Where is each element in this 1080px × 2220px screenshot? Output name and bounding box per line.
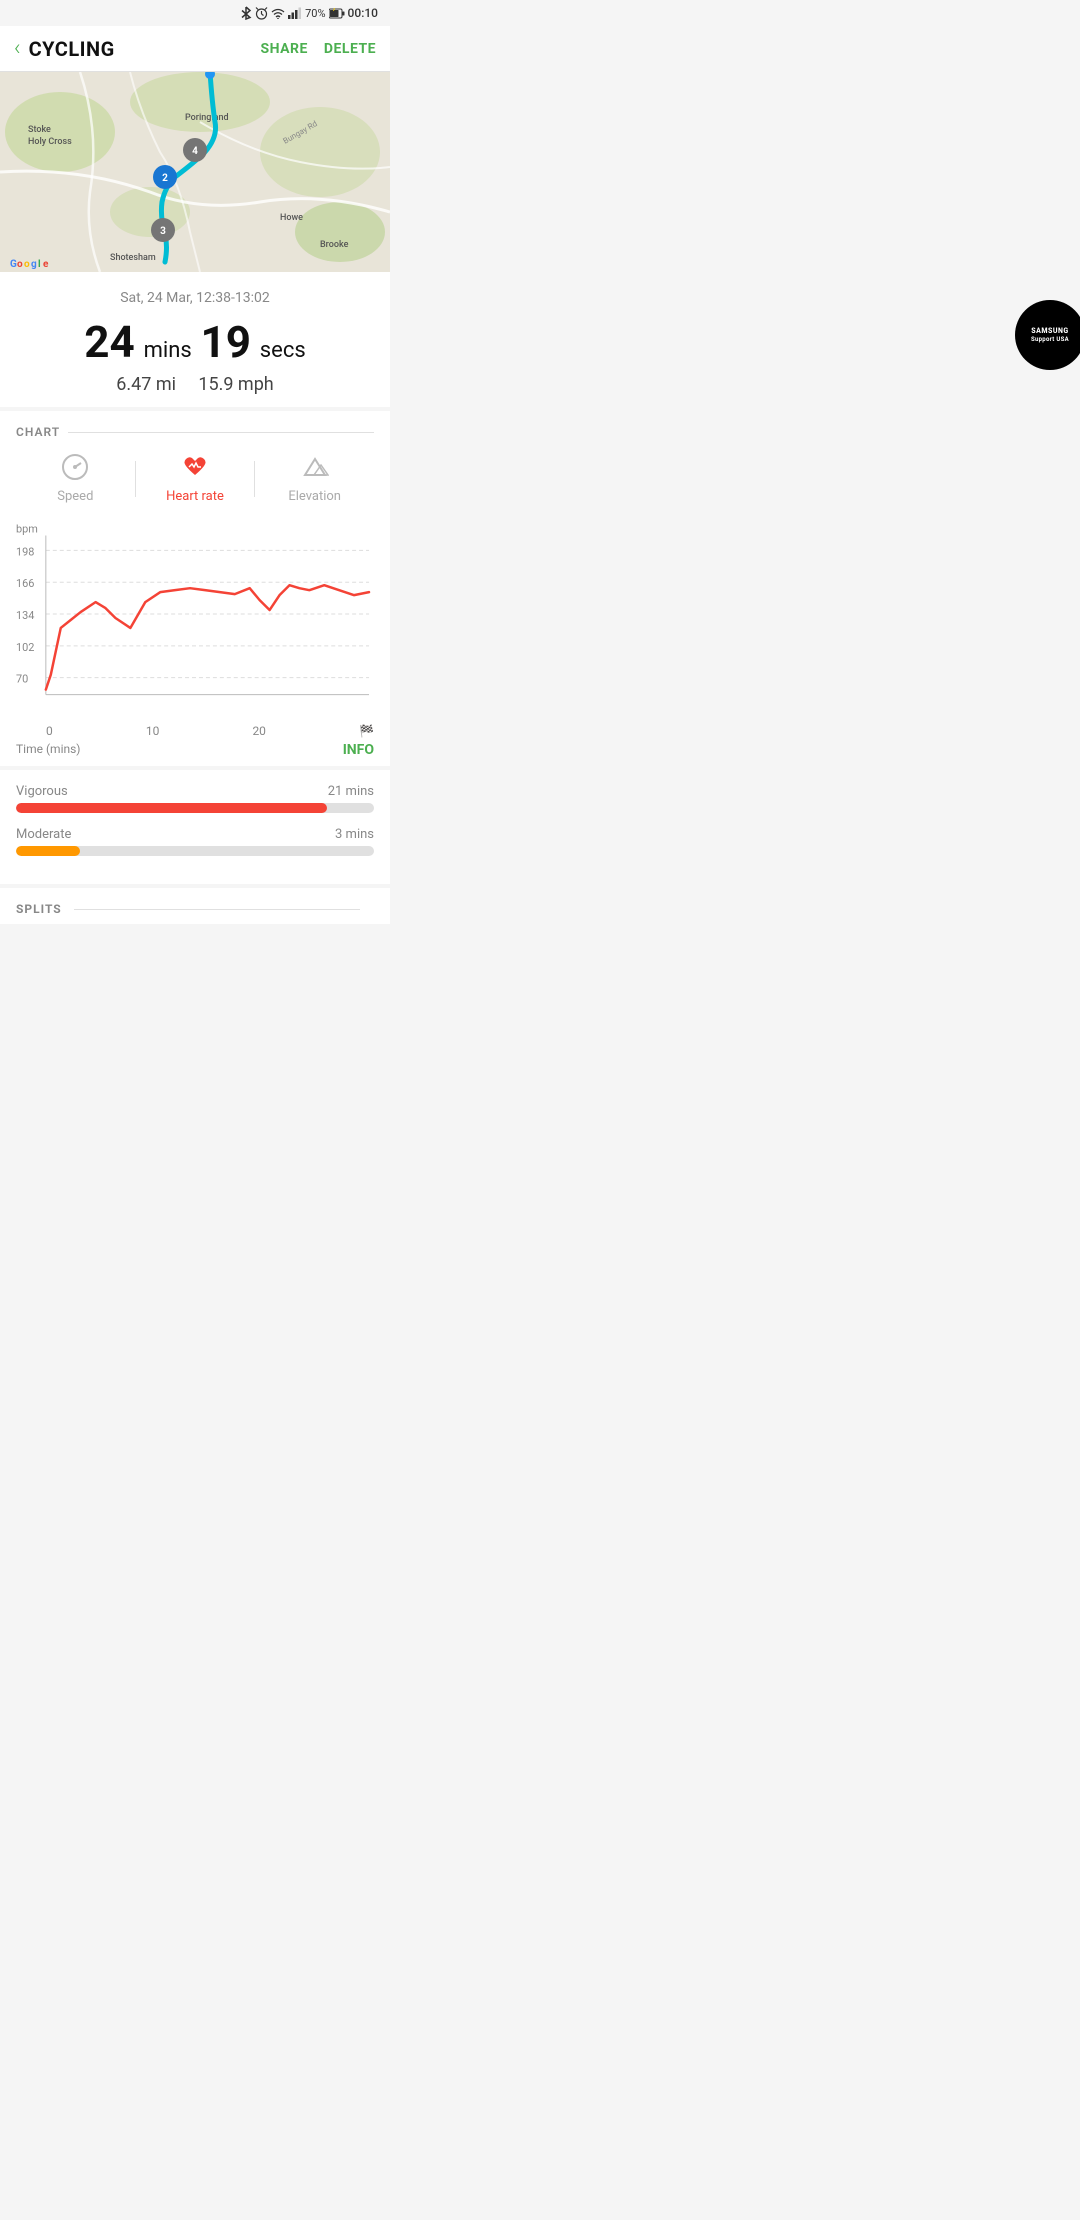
svg-text:102: 102 — [16, 641, 34, 654]
chart-x-label: Time (mins) INFO — [16, 742, 374, 756]
stats-duration: 24 mins 19 secs — [16, 316, 374, 368]
svg-text:3: 3 — [160, 226, 166, 237]
vigorous-label: Vigorous — [16, 784, 68, 799]
svg-text:198: 198 — [16, 545, 34, 558]
samsung-badge: SAMSUNG Support USA — [1015, 300, 1080, 370]
header-actions: SHARE DELETE — [261, 41, 377, 57]
status-bar: 70% 00:10 — [0, 0, 390, 26]
duration-secs-unit: secs — [260, 338, 306, 363]
wifi-icon — [271, 8, 285, 19]
duration-secs-value: 19 — [201, 316, 252, 368]
samsung-text-2: Support USA — [1031, 336, 1069, 344]
splits-section: SPLITS — [0, 888, 390, 924]
map-svg: Bungay Rd Stoke Holy Cross Poringland Ho… — [0, 72, 390, 272]
svg-text:166: 166 — [16, 577, 34, 590]
share-button[interactable]: SHARE — [261, 41, 308, 57]
tab-heart-rate[interactable]: Heart rate — [136, 453, 255, 504]
vigorous-bar-bg — [16, 803, 374, 813]
chart-svg: bpm 198 166 134 102 70 — [16, 520, 374, 720]
heart-rate-icon — [181, 453, 209, 485]
delete-button[interactable]: DELETE — [324, 41, 376, 57]
battery-icon — [329, 8, 345, 19]
svg-text:e: e — [43, 259, 49, 270]
speedometer-icon — [61, 453, 89, 485]
tab-elevation[interactable]: Elevation — [255, 453, 374, 504]
x-label-flag: 🏁 — [359, 724, 374, 738]
moderate-header: Moderate 3 mins — [16, 827, 374, 842]
svg-text:l: l — [38, 259, 41, 270]
svg-text:Stoke: Stoke — [28, 125, 51, 135]
stats-speed: 15.9 mph — [198, 374, 273, 395]
svg-text:Brooke: Brooke — [320, 240, 349, 250]
chart-label: CHART — [16, 425, 374, 439]
chart-tabs: Speed Heart rate Elevation — [16, 453, 374, 504]
info-section: Vigorous 21 mins Moderate 3 mins — [0, 770, 390, 884]
moderate-row: Moderate 3 mins — [16, 827, 374, 856]
stats-section: Sat, 24 Mar, 12:38-13:02 24 mins 19 secs… — [0, 272, 390, 407]
page-title: CYCLING — [29, 37, 261, 61]
chart-section: CHART Speed Heart rate — [0, 411, 390, 766]
mountain-icon — [301, 453, 329, 485]
heart-rate-chart: bpm 198 166 134 102 70 — [16, 520, 374, 720]
splits-label: SPLITS — [16, 902, 62, 916]
svg-text:Holy Cross: Holy Cross — [28, 137, 72, 147]
tab-elevation-label: Elevation — [288, 489, 341, 504]
vigorous-value: 21 mins — [328, 784, 374, 799]
bluetooth-icon — [240, 6, 252, 20]
battery-percent: 70% — [305, 7, 325, 20]
duration-mins-value: 24 — [84, 316, 135, 368]
moderate-label: Moderate — [16, 827, 71, 842]
samsung-text-1: SAMSUNG — [1031, 327, 1068, 336]
moderate-bar-fill — [16, 846, 80, 856]
tab-speed-label: Speed — [57, 489, 93, 504]
svg-text:Shotesham: Shotesham — [110, 253, 156, 263]
vigorous-header: Vigorous 21 mins — [16, 784, 374, 799]
svg-text:bpm: bpm — [16, 522, 38, 535]
stats-details: 6.47 mi 15.9 mph — [16, 374, 374, 395]
svg-text:o: o — [17, 259, 23, 270]
svg-text:Poringland: Poringland — [185, 113, 229, 123]
signal-icon — [288, 7, 302, 19]
vigorous-bar-fill — [16, 803, 327, 813]
moderate-bar-bg — [16, 846, 374, 856]
chart-xaxis: 0 10 20 🏁 — [16, 720, 374, 740]
status-icons: 70% 00:10 — [240, 6, 378, 20]
stats-date: Sat, 24 Mar, 12:38-13:02 — [16, 290, 374, 306]
x-label-0: 0 — [16, 724, 53, 738]
moderate-value: 3 mins — [335, 827, 374, 842]
svg-text:134: 134 — [16, 609, 34, 622]
vigorous-row: Vigorous 21 mins — [16, 784, 374, 813]
x-label-10: 10 — [146, 724, 160, 738]
info-button[interactable]: INFO — [343, 742, 374, 758]
map-container[interactable]: Bungay Rd Stoke Holy Cross Poringland Ho… — [0, 72, 390, 272]
svg-text:4: 4 — [192, 146, 198, 157]
header: ‹ CYCLING SHARE DELETE — [0, 26, 390, 72]
alarm-icon — [255, 7, 268, 20]
svg-text:G: G — [10, 259, 17, 270]
duration-mins-unit: mins — [144, 338, 192, 363]
tab-heart-rate-label: Heart rate — [166, 489, 224, 504]
back-button[interactable]: ‹ — [14, 36, 21, 61]
svg-text:g: g — [31, 259, 37, 270]
tab-speed[interactable]: Speed — [16, 453, 135, 504]
svg-text:2: 2 — [162, 173, 168, 184]
status-time: 00:10 — [348, 6, 378, 20]
svg-text:Howe: Howe — [280, 213, 303, 223]
svg-text:o: o — [24, 259, 30, 270]
x-label-20: 20 — [252, 724, 266, 738]
stats-distance: 6.47 mi — [116, 374, 176, 395]
svg-text:70: 70 — [16, 673, 28, 686]
